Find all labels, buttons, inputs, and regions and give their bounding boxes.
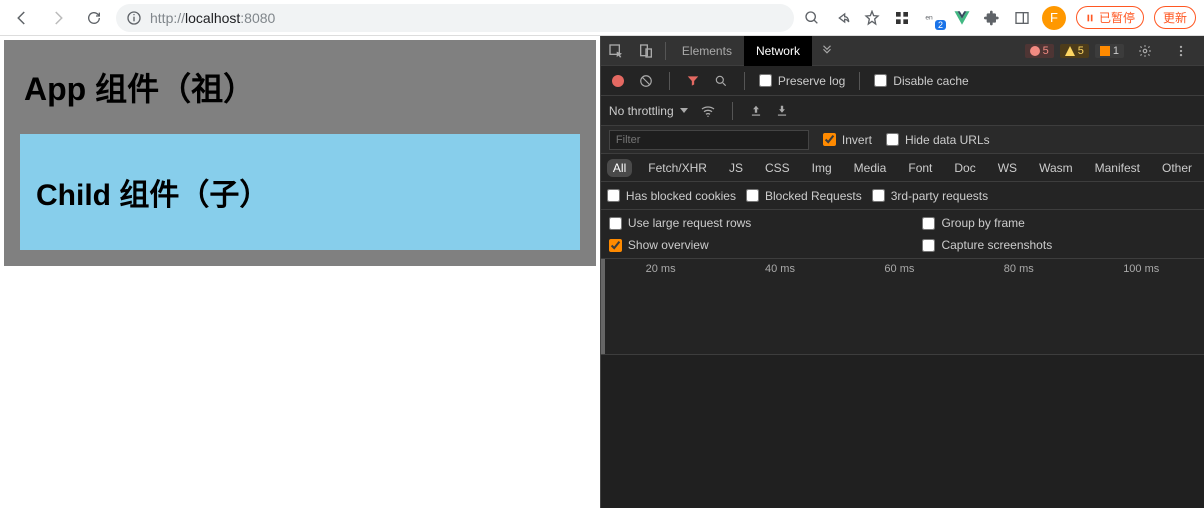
type-js[interactable]: JS xyxy=(723,159,749,177)
large-rows-checkbox[interactable]: Use large request rows xyxy=(609,216,883,230)
blocked-cookies-checkbox[interactable]: Has blocked cookies xyxy=(607,189,736,203)
svg-text:en: en xyxy=(925,14,933,21)
more-menu-icon[interactable] xyxy=(1166,36,1196,66)
throttling-select[interactable]: No throttling xyxy=(609,104,688,118)
preserve-log-checkbox[interactable]: Preserve log xyxy=(759,74,845,88)
devtools-tabbar: Elements Network 5 5 1 xyxy=(601,36,1204,66)
invert-checkbox[interactable]: Invert xyxy=(823,133,872,147)
app-title: App 组件（祖） xyxy=(24,64,580,110)
bookmark-star-icon[interactable] xyxy=(862,8,882,28)
tick-label: 20 ms xyxy=(646,263,676,275)
third-party-checkbox[interactable]: 3rd-party requests xyxy=(872,189,988,203)
extensions-icon[interactable] xyxy=(982,8,1002,28)
inspect-icon[interactable] xyxy=(601,36,631,66)
vue-devtools-icon[interactable] xyxy=(952,8,972,28)
side-panel-icon[interactable] xyxy=(1012,8,1032,28)
translate-icon[interactable]: en xyxy=(922,8,942,28)
child-component: Child 组件（子） xyxy=(20,134,580,250)
extension-grid-icon[interactable] xyxy=(892,8,912,28)
info-badge[interactable]: 1 xyxy=(1095,44,1124,58)
toolbar-icons: en F 已暂停 更新 xyxy=(802,6,1196,30)
settings-gear-icon[interactable] xyxy=(1130,36,1160,66)
upload-har-icon[interactable] xyxy=(749,104,763,118)
tick-label: 100 ms xyxy=(1123,263,1159,275)
profile-avatar[interactable]: F xyxy=(1042,6,1066,30)
request-list-empty xyxy=(601,355,1204,508)
timeline-overview[interactable]: 20 ms 40 ms 60 ms 80 ms 100 ms xyxy=(601,259,1204,355)
clear-icon[interactable] xyxy=(637,72,655,90)
error-badge[interactable]: 5 xyxy=(1025,44,1054,58)
network-toolbar: Preserve log Disable cache xyxy=(601,66,1204,96)
tab-network[interactable]: Network xyxy=(744,36,812,66)
devtools-panel: Elements Network 5 5 1 Preserve log Disa… xyxy=(600,36,1204,508)
share-icon[interactable] xyxy=(832,8,852,28)
update-chip[interactable]: 更新 xyxy=(1154,6,1196,29)
record-button[interactable] xyxy=(609,72,627,90)
tick-label: 40 ms xyxy=(765,263,795,275)
debugger-paused-chip[interactable]: 已暂停 xyxy=(1076,6,1144,29)
show-overview-checkbox[interactable]: Show overview xyxy=(609,238,883,252)
display-options: Use large request rows Show overview Gro… xyxy=(601,210,1204,259)
type-ws[interactable]: WS xyxy=(992,159,1023,177)
warning-badge[interactable]: 5 xyxy=(1060,44,1089,58)
browser-toolbar: http://localhost:8080 en F 已暂停 更新 xyxy=(0,0,1204,36)
forward-button[interactable] xyxy=(44,4,72,32)
download-har-icon[interactable] xyxy=(775,104,789,118)
type-fetchxhr[interactable]: Fetch/XHR xyxy=(642,159,713,177)
type-all[interactable]: All xyxy=(607,159,632,177)
wifi-icon[interactable] xyxy=(700,103,716,119)
device-toggle-icon[interactable] xyxy=(631,36,661,66)
capture-screenshots-checkbox[interactable]: Capture screenshots xyxy=(922,238,1196,252)
tab-elements[interactable]: Elements xyxy=(670,36,744,66)
reload-button[interactable] xyxy=(80,4,108,32)
search-icon[interactable] xyxy=(712,72,730,90)
filter-input[interactable] xyxy=(609,130,809,150)
disable-cache-checkbox[interactable]: Disable cache xyxy=(874,74,968,88)
zoom-icon[interactable] xyxy=(802,8,822,28)
blocked-requests-checkbox[interactable]: Blocked Requests xyxy=(746,189,862,203)
type-doc[interactable]: Doc xyxy=(948,159,981,177)
address-bar[interactable]: http://localhost:8080 xyxy=(116,4,794,32)
tick-label: 80 ms xyxy=(1004,263,1034,275)
info-icon xyxy=(126,10,142,26)
tick-label: 60 ms xyxy=(884,263,914,275)
type-media[interactable]: Media xyxy=(848,159,893,177)
chevron-down-icon xyxy=(680,108,688,113)
type-font[interactable]: Font xyxy=(902,159,938,177)
blocked-filter-row: Has blocked cookies Blocked Requests 3rd… xyxy=(601,182,1204,210)
hide-data-urls-checkbox[interactable]: Hide data URLs xyxy=(886,133,990,147)
filter-icon[interactable] xyxy=(684,72,702,90)
page-viewport: App 组件（祖） Child 组件（子） xyxy=(0,36,600,508)
pause-icon xyxy=(1085,13,1095,23)
type-css[interactable]: CSS xyxy=(759,159,796,177)
type-other[interactable]: Other xyxy=(1156,159,1198,177)
filter-row: Invert Hide data URLs xyxy=(601,126,1204,154)
more-tabs-icon[interactable] xyxy=(812,36,842,66)
resource-type-filter: All Fetch/XHR JS CSS Img Media Font Doc … xyxy=(601,154,1204,182)
back-button[interactable] xyxy=(8,4,36,32)
app-component: App 组件（祖） Child 组件（子） xyxy=(4,40,596,266)
type-img[interactable]: Img xyxy=(806,159,838,177)
url-text: http://localhost:8080 xyxy=(150,10,275,26)
type-wasm[interactable]: Wasm xyxy=(1033,159,1079,177)
throttling-toolbar: No throttling xyxy=(601,96,1204,126)
child-title: Child 组件（子） xyxy=(36,170,564,214)
type-manifest[interactable]: Manifest xyxy=(1089,159,1146,177)
group-frame-checkbox[interactable]: Group by frame xyxy=(922,216,1196,230)
